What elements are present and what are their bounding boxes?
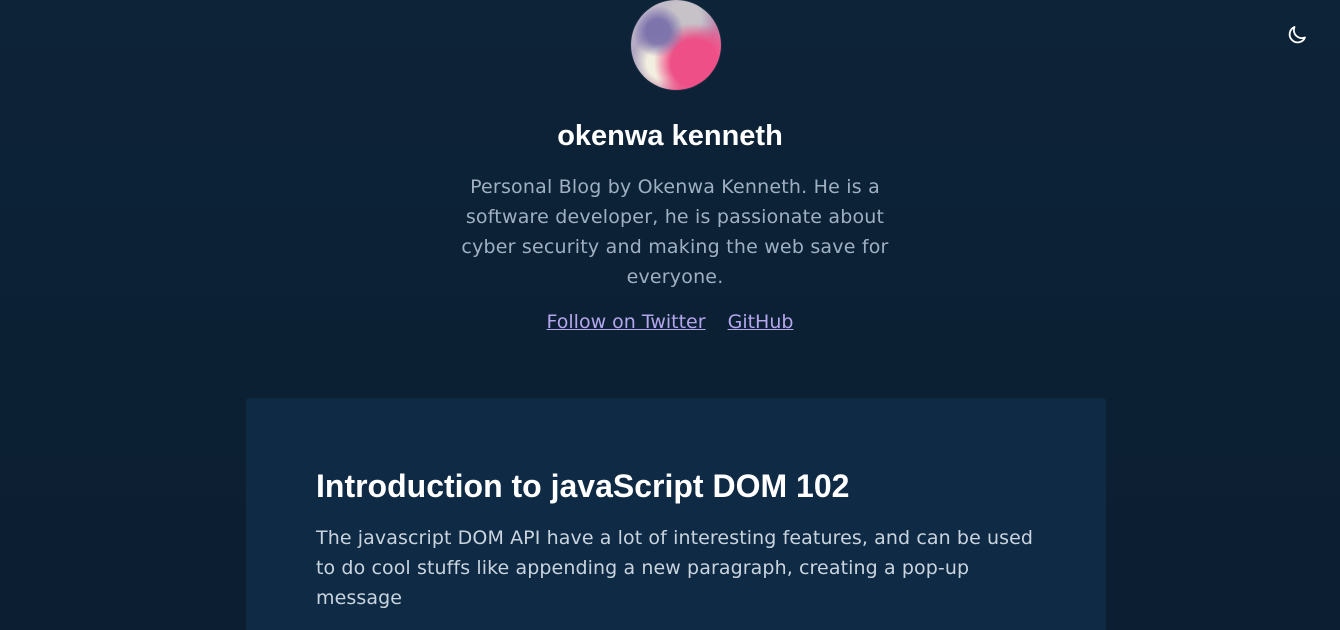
- blog-page: okenwa kenneth Personal Blog by Okenwa K…: [0, 0, 1340, 630]
- post-excerpt: The javascript DOM API have a lot of int…: [316, 527, 1034, 609]
- github-link[interactable]: GitHub: [728, 311, 794, 333]
- avatar[interactable]: [631, 0, 721, 90]
- theme-toggle-button[interactable]: [1284, 22, 1310, 48]
- social-links: Follow on Twitter GitHub: [0, 307, 1340, 337]
- moon-icon: [1288, 26, 1306, 44]
- author-bio: Personal Blog by Okenwa Kenneth. He is a…: [461, 176, 889, 288]
- site-title[interactable]: okenwa kenneth: [0, 116, 1340, 156]
- post-title[interactable]: Introduction to javaScript DOM 102: [316, 465, 1056, 507]
- twitter-link[interactable]: Follow on Twitter: [547, 311, 706, 333]
